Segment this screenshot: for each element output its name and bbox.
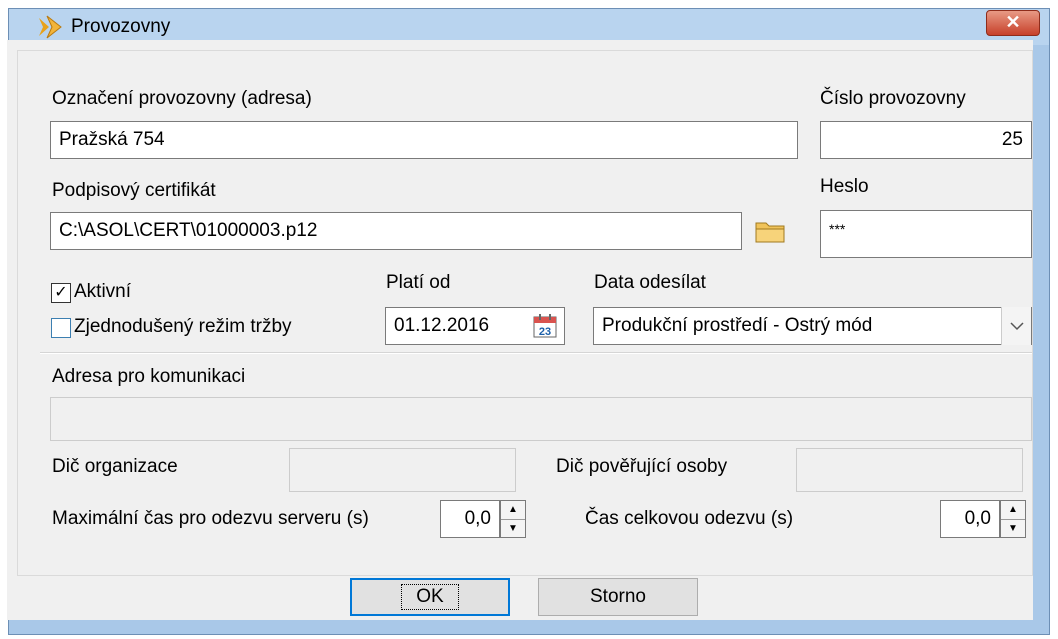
simplified-checkbox[interactable]: [51, 318, 71, 338]
password-input[interactable]: ***: [820, 210, 1032, 258]
arrows-app-icon: [37, 14, 63, 40]
spin-up-icon[interactable]: ▲: [501, 501, 525, 520]
number-input[interactable]: 25: [820, 121, 1032, 159]
certificate-label: Podpisový certifikát: [52, 180, 216, 201]
auth-dic-label: Dič pověřující osoby: [556, 456, 728, 477]
send-data-select[interactable]: Produkční prostředí - Ostrý mód: [593, 307, 1032, 345]
spin-up-icon[interactable]: ▲: [1001, 501, 1025, 520]
org-dic-label: Dič organizace: [52, 456, 178, 477]
send-data-dropdown-button[interactable]: [1001, 307, 1031, 345]
ok-button[interactable]: OK: [350, 578, 510, 616]
spin-down-icon[interactable]: ▼: [1001, 520, 1025, 538]
max-server-time-spinner[interactable]: ▲ ▼: [500, 500, 526, 538]
separator: [40, 352, 1032, 353]
number-label: Číslo provozovny: [820, 88, 966, 109]
check-icon: ✓: [54, 284, 68, 301]
ok-button-label: OK: [401, 584, 459, 610]
valid-from-label: Platí od: [386, 272, 451, 293]
total-time-spinner[interactable]: ▲ ▼: [1000, 500, 1026, 538]
spin-down-icon[interactable]: ▼: [501, 520, 525, 538]
simplified-label: Zjednodušený režim tržby: [74, 316, 292, 337]
comm-address-input: [50, 397, 1032, 441]
designation-input[interactable]: Pražská 754: [50, 121, 798, 159]
max-server-time-label: Maximální čas pro odezvu serveru (s): [52, 508, 369, 529]
send-data-label: Data odesílat: [594, 272, 706, 293]
comm-address-label: Adresa pro komunikaci: [52, 366, 246, 387]
chevron-down-icon: [1009, 322, 1024, 331]
browse-certificate-button[interactable]: [750, 211, 790, 251]
total-time-input[interactable]: 0,0: [940, 500, 1000, 538]
calendar-button[interactable]: 23: [528, 309, 562, 343]
window-title: Provozovny: [71, 16, 171, 37]
active-checkbox[interactable]: ✓: [51, 283, 71, 303]
calendar-icon: 23: [533, 314, 557, 338]
close-icon: ✕: [1005, 12, 1021, 32]
folder-icon: [755, 222, 785, 243]
close-button[interactable]: ✕: [986, 10, 1040, 36]
password-label: Heslo: [820, 176, 869, 197]
calendar-day-text: 23: [539, 326, 551, 338]
org-dic-input: [289, 448, 516, 492]
cancel-button[interactable]: Storno: [538, 578, 698, 616]
auth-dic-input: [796, 448, 1023, 492]
active-label: Aktivní: [74, 281, 132, 302]
designation-label: Označení provozovny (adresa): [52, 88, 312, 109]
max-server-time-input[interactable]: 0,0: [440, 500, 500, 538]
certificate-input[interactable]: C:\ASOL\CERT\01000003.p12: [50, 212, 742, 250]
total-time-label: Čas celkovou odezvu (s): [585, 508, 794, 529]
